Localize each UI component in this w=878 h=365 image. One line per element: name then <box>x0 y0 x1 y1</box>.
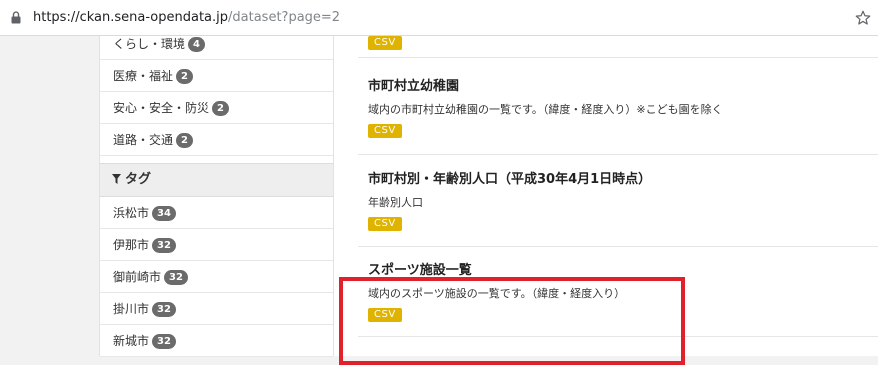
tag-item[interactable]: 新城市 32 <box>100 325 333 357</box>
format-badge-csv[interactable]: CSV <box>368 36 402 50</box>
group-label: くらし・環境 <box>113 37 186 51</box>
dataset-item: CSV <box>368 30 868 50</box>
count-badge: 2 <box>212 101 229 116</box>
count-badge: 32 <box>164 270 188 285</box>
tags-header-label: タグ <box>125 172 152 187</box>
tag-item[interactable]: 掛川市 32 <box>100 293 333 325</box>
count-badge: 32 <box>152 238 176 253</box>
divider <box>358 336 878 337</box>
count-badge: 2 <box>176 69 193 84</box>
group-label: 道路・交通 <box>113 133 174 147</box>
group-item[interactable]: 安心・安全・防災 2 <box>100 92 333 124</box>
bookmark-star-icon[interactable] <box>854 9 872 27</box>
dataset-title[interactable]: 市町村立幼稚園 <box>368 78 868 96</box>
tags-facet-header: タグ <box>100 163 333 197</box>
sidebar: くらし・環境 4 医療・福祉 2 安心・安全・防災 2 道路・交通 2 タグ 浜松市 34… <box>99 36 334 357</box>
dataset-item: 市町村立幼稚園 域内の市町村立幼稚園の一覧です。（緯度・経度入り）※こども園を除… <box>368 78 868 138</box>
format-badge-csv[interactable]: CSV <box>368 308 402 322</box>
dataset-item: 市町村別・年齢別人口（平成30年4月1日時点） 年齢別人口 CSV <box>368 171 868 231</box>
dataset-description: 域内の市町村立幼稚園の一覧です。（緯度・経度入り）※こども園を除く <box>368 103 723 116</box>
group-item[interactable]: くらし・環境 4 <box>100 28 333 60</box>
tag-item[interactable]: 伊那市 32 <box>100 229 333 261</box>
tag-label: 新城市 <box>113 334 150 348</box>
group-label: 安心・安全・防災 <box>113 101 210 115</box>
count-badge: 2 <box>176 133 193 148</box>
tag-label: 伊那市 <box>113 238 150 252</box>
tag-item[interactable]: 御前崎市 32 <box>100 261 333 293</box>
count-badge: 34 <box>152 206 176 221</box>
group-item[interactable]: 医療・福祉 2 <box>100 60 333 92</box>
divider <box>358 246 878 247</box>
lock-icon <box>11 11 21 24</box>
url-path: /dataset?page=2 <box>228 10 341 25</box>
dataset-title[interactable]: 市町村別・年齢別人口（平成30年4月1日時点） <box>368 171 868 189</box>
dataset-list: CSV 市町村立幼稚園 域内の市町村立幼稚園の一覧です。（緯度・経度入り）※こど… <box>334 36 878 356</box>
filter-icon <box>112 174 121 184</box>
tag-item[interactable]: 浜松市 34 <box>100 197 333 229</box>
tag-label: 浜松市 <box>113 206 150 220</box>
dataset-description: 年齢別人口 <box>368 196 423 209</box>
count-badge: 4 <box>188 37 205 52</box>
divider <box>358 57 878 58</box>
count-badge: 32 <box>152 334 176 349</box>
group-item[interactable]: 道路・交通 2 <box>100 124 333 156</box>
page: くらし・環境 4 医療・福祉 2 安心・安全・防災 2 道路・交通 2 タグ 浜松市 34… <box>0 36 878 365</box>
divider <box>358 154 878 155</box>
dataset-title[interactable]: スポーツ施設一覧 <box>368 262 868 280</box>
tag-label: 掛川市 <box>113 302 150 316</box>
url-text[interactable]: https://ckan.sena-opendata.jp/dataset?pa… <box>33 10 340 26</box>
url-host: https://ckan.sena-opendata.jp <box>33 10 229 25</box>
dataset-item: スポーツ施設一覧 域内のスポーツ施設の一覧です。（緯度・経度入り） CSV <box>368 262 868 322</box>
format-badge-csv[interactable]: CSV <box>368 217 402 231</box>
dataset-description: 域内のスポーツ施設の一覧です。（緯度・経度入り） <box>368 287 626 300</box>
format-badge-csv[interactable]: CSV <box>368 124 402 138</box>
group-label: 医療・福祉 <box>113 69 174 83</box>
count-badge: 32 <box>152 302 176 317</box>
tag-label: 御前崎市 <box>113 270 162 284</box>
